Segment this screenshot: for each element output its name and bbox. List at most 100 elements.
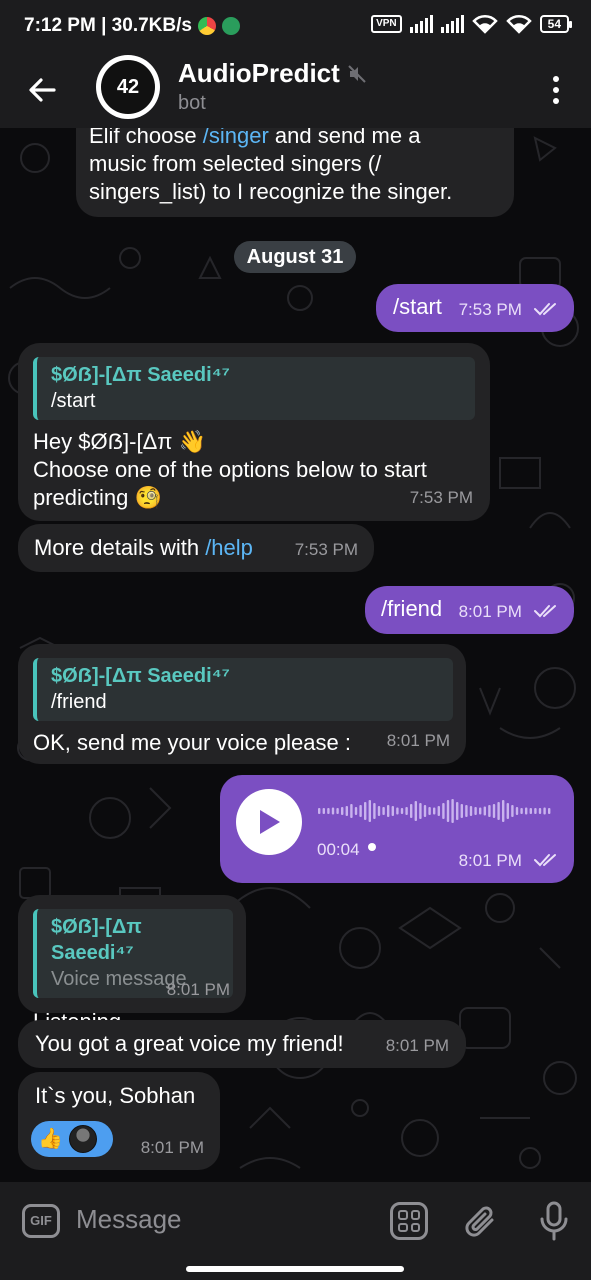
reply-quote[interactable]: $Øẞ]-[Δπ Saeedi⁴⁷ /friend <box>33 658 453 721</box>
chat-area[interactable]: Elif choose /singer and send me a music … <box>0 128 591 1182</box>
message-input[interactable] <box>76 1199 356 1239</box>
message-bubble-incoming[interactable]: $Øẞ]-[Δπ Saeedi⁴⁷ /start Hey $Øẞ]-[Δπ 👋 … <box>18 343 490 521</box>
waveform-bar <box>469 806 473 816</box>
wifi-icon <box>471 14 498 34</box>
waveform-bar <box>345 806 348 816</box>
message-text-line: Choose one of the options below to start <box>33 457 427 482</box>
waveform-bar <box>419 803 422 819</box>
waveform-bar <box>511 805 514 817</box>
message-time: 8:01 PM <box>386 731 450 750</box>
microphone-icon[interactable] <box>538 1200 570 1242</box>
unplayed-dot <box>368 843 376 851</box>
waveform-bar <box>359 805 362 817</box>
waveform-bar <box>387 805 390 817</box>
waveform-bar <box>354 807 358 815</box>
waveform-bar <box>364 802 367 820</box>
waveform-bar <box>410 804 413 818</box>
message-text: Elif choose /singer and send me a <box>89 128 500 150</box>
play-button[interactable] <box>236 789 302 855</box>
chat-title[interactable]: AudioPredict <box>178 58 366 89</box>
arrow-left-icon <box>29 78 56 102</box>
waveform-bar <box>538 808 542 814</box>
waveform[interactable] <box>318 797 556 825</box>
message-input-bar: GIF <box>0 1182 591 1280</box>
reply-quote-name: $Øẞ]-[Δπ Saeedi⁴⁷ <box>51 916 142 964</box>
message-time: 8:01 PM <box>458 851 522 870</box>
waveform-bar <box>433 807 436 815</box>
signal-icon-2 <box>440 15 464 33</box>
waveform-bar <box>322 808 325 814</box>
command-link[interactable]: /singer <box>203 128 269 148</box>
message-bubble-incoming[interactable]: $Øẞ]-[Δπ Saeedi⁴⁷ Voice message Listenin… <box>18 895 246 1034</box>
message-time: 8:01 PM <box>140 1138 204 1157</box>
waveform-bar <box>534 808 537 814</box>
chrome-icon <box>197 17 216 35</box>
vpn-icon: VPN <box>371 15 402 33</box>
signal-icon <box>409 15 433 33</box>
menu-button[interactable] <box>541 70 571 110</box>
waveform-bar <box>456 802 459 820</box>
message-bubble-incoming[interactable]: It`s you, Sobhan 👍 8:01 PM <box>18 1072 220 1170</box>
waveform-bar <box>529 808 532 814</box>
message-time: 7:53 PM <box>294 540 358 559</box>
message-text: More details with <box>34 535 206 560</box>
message-text-line: Hey $Øẞ]-[Δπ 👋 <box>33 429 206 454</box>
message-time: 7:53 PM <box>458 300 522 319</box>
waveform-bar <box>396 807 399 815</box>
stickers-button[interactable] <box>390 1202 428 1240</box>
message-bubble-incoming[interactable]: More details with /help 7:53 PM <box>18 524 374 572</box>
waveform-bar <box>465 805 468 817</box>
avatar[interactable]: 42 <box>96 55 160 119</box>
waveform-bar <box>437 806 440 816</box>
speaker-muted-icon <box>348 64 366 83</box>
command-link[interactable]: /help <box>205 535 253 560</box>
chat-title-text: AudioPredict <box>178 58 340 88</box>
waveform-bar <box>331 807 335 815</box>
waveform-bar <box>368 800 371 822</box>
waveform-bar <box>318 808 321 814</box>
waveform-bar <box>382 807 385 815</box>
waveform-bar <box>405 807 408 815</box>
waveform-bar <box>515 807 519 815</box>
message-bubble-outgoing[interactable]: /friend 8:01 PM <box>365 586 574 634</box>
waveform-bar <box>423 805 427 817</box>
waveform-bar <box>488 805 491 817</box>
gif-button[interactable]: GIF <box>22 1204 60 1238</box>
waveform-bar <box>336 808 339 814</box>
double-check-icon <box>534 605 556 618</box>
message-text-line: music from selected singers (/ <box>89 151 382 176</box>
paperclip-icon[interactable] <box>464 1202 500 1242</box>
message-bubble-outgoing[interactable]: /start 7:53 PM <box>376 284 574 332</box>
message-bubble-incoming[interactable]: You got a great voice my friend! 8:01 PM <box>18 1020 466 1068</box>
message-text-line: singers_list) to I recognize the singer. <box>89 179 453 204</box>
message-text: /start <box>393 294 442 319</box>
message-time: 8:01 PM <box>166 980 230 999</box>
waveform-bar <box>377 806 381 816</box>
waveform-bar <box>428 807 431 815</box>
waveform-bar <box>525 807 528 815</box>
reaction-chip[interactable]: 👍 <box>31 1121 113 1157</box>
waveform-bar <box>446 800 450 822</box>
waveform-bar <box>327 808 330 814</box>
waveform-bar <box>502 800 505 822</box>
reply-quote[interactable]: $Øẞ]-[Δπ Saeedi⁴⁷ /start <box>33 357 475 420</box>
double-check-icon <box>534 854 556 867</box>
waveform-bar <box>341 807 344 815</box>
reply-quote-name: $Øẞ]-[Δπ Saeedi⁴⁷ <box>51 364 230 386</box>
back-button[interactable] <box>20 68 64 112</box>
voice-message-bubble[interactable]: 00:04 8:01 PM <box>220 775 574 883</box>
waveform-bar <box>506 803 509 819</box>
waveform-bar <box>400 808 404 814</box>
message-text: You got a great voice my friend! <box>35 1031 344 1056</box>
waveform-bar <box>414 801 417 821</box>
status-time-speed: 7:12 PM | 30.7KB/s <box>24 15 192 36</box>
home-indicator <box>186 1266 404 1272</box>
play-icon <box>260 810 280 834</box>
status-right: VPN 54 <box>371 14 573 34</box>
waveform-bar <box>492 804 496 818</box>
message-bubble-incoming[interactable]: $Øẞ]-[Δπ Saeedi⁴⁷ /friend OK, send me yo… <box>18 644 466 764</box>
waveform-bar <box>460 804 463 818</box>
message-bubble-incoming[interactable]: Elif choose /singer and send me a music … <box>76 128 514 217</box>
voice-duration: 00:04 <box>317 840 360 859</box>
battery-icon: 54 <box>539 15 573 33</box>
